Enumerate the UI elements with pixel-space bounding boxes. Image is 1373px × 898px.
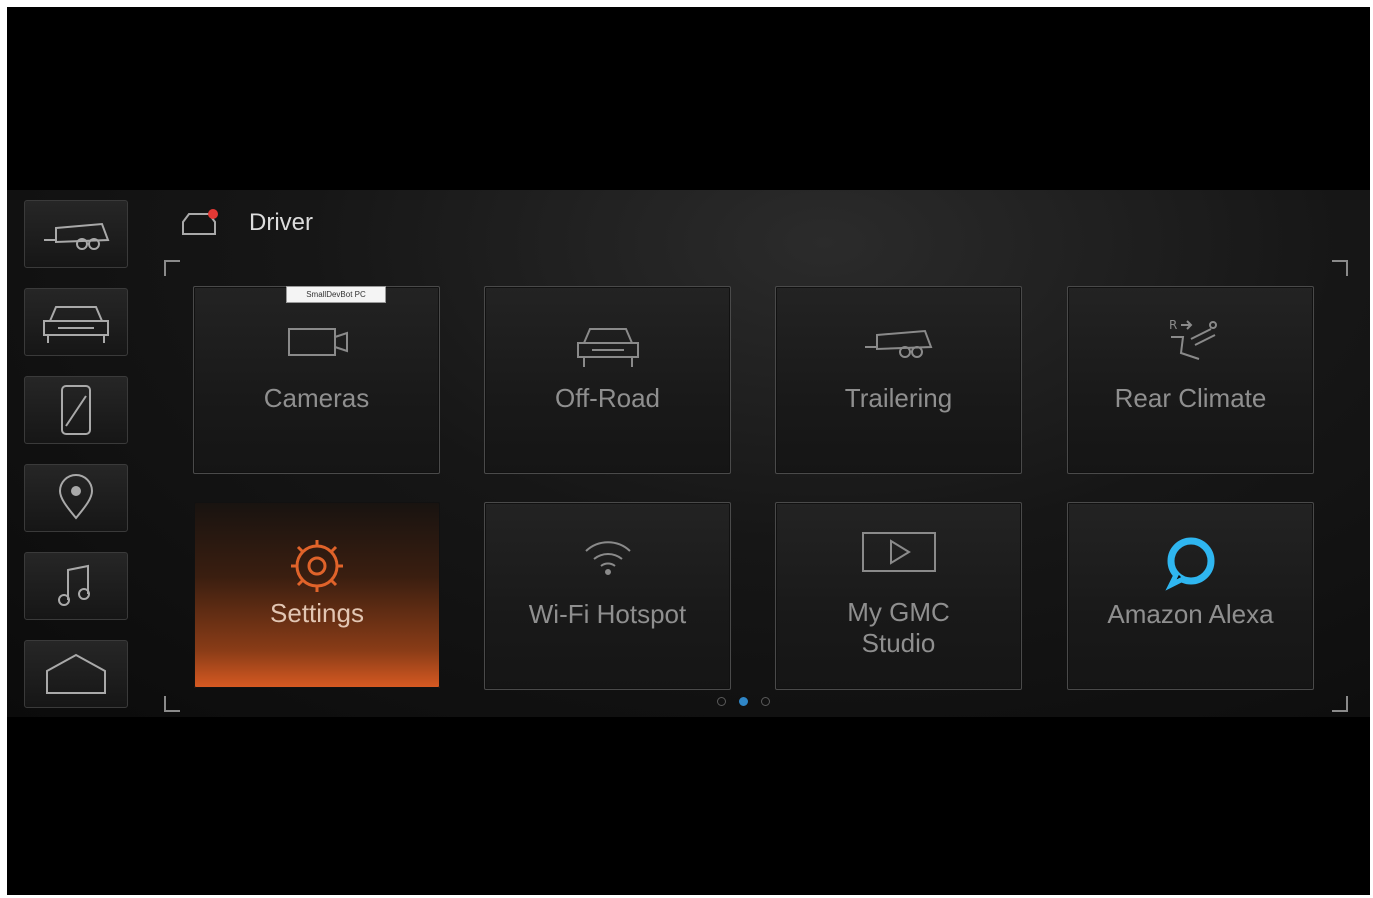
- svg-text:R: R: [1169, 318, 1177, 332]
- trailer-icon: [44, 222, 110, 250]
- page-dot[interactable]: [717, 697, 726, 706]
- profile-name: Driver: [249, 209, 313, 236]
- tile-label: Rear Climate: [1114, 383, 1267, 413]
- tile-amazon-alexa[interactable]: Amazon Alexa: [1067, 502, 1314, 690]
- tile-label: Off-Road: [554, 383, 660, 413]
- gear-icon: [291, 540, 343, 592]
- tile-label: Trailering: [844, 383, 953, 413]
- tile-label: Wi-Fi Hotspot: [528, 599, 687, 629]
- wifi-icon: [584, 541, 631, 575]
- tile-label: My GMC Studio: [847, 597, 950, 658]
- vehicle-front-icon: [43, 306, 109, 343]
- tile-label: Amazon Alexa: [1107, 599, 1274, 629]
- profile-notification-icon: [182, 209, 218, 235]
- tile-rear-climate[interactable]: R Rear Climate: [1067, 286, 1314, 474]
- location-pin-icon: [58, 474, 94, 520]
- tile-off-road[interactable]: Off-Road: [484, 286, 731, 474]
- tile-trailering[interactable]: Trailering: [775, 286, 1022, 474]
- alexa-ring-icon: [1164, 537, 1214, 591]
- page-dot-current[interactable]: [739, 697, 748, 706]
- sidebar-item-phone[interactable]: [24, 376, 128, 444]
- tile-label: Cameras: [263, 383, 370, 413]
- camera-icon: [287, 328, 348, 356]
- tile-settings[interactable]: Settings: [194, 502, 440, 688]
- tile-cameras[interactable]: Cameras: [193, 286, 440, 474]
- profile-header[interactable]: Driver: [179, 206, 313, 240]
- sidebar-item-audio[interactable]: [24, 552, 128, 620]
- tooltip: SmallDevBot PC: [286, 286, 386, 303]
- home-icon: [46, 653, 106, 694]
- tile-my-gmc-studio[interactable]: My GMC Studio: [775, 502, 1022, 690]
- offroad-vehicle-icon: [576, 328, 639, 367]
- page-dot[interactable]: [761, 697, 770, 706]
- sidebar-item-trailer[interactable]: [24, 200, 128, 268]
- sidebar-item-home[interactable]: [24, 640, 128, 708]
- play-box-icon: [861, 532, 936, 572]
- tile-wifi-hotspot[interactable]: Wi-Fi Hotspot: [484, 502, 731, 690]
- sidebar-item-vehicle[interactable]: [24, 288, 128, 356]
- sidebar-item-navigation[interactable]: [24, 464, 128, 532]
- tile-label: Settings: [270, 598, 364, 628]
- phone-icon: [61, 385, 91, 435]
- infotainment-screen: Driver Cameras Off-Road Trailering R Rea…: [7, 190, 1370, 717]
- trailer-icon: [864, 329, 932, 358]
- music-note-icon: [58, 564, 90, 606]
- rear-climate-icon: R: [1169, 318, 1217, 360]
- page-indicator: [717, 697, 770, 706]
